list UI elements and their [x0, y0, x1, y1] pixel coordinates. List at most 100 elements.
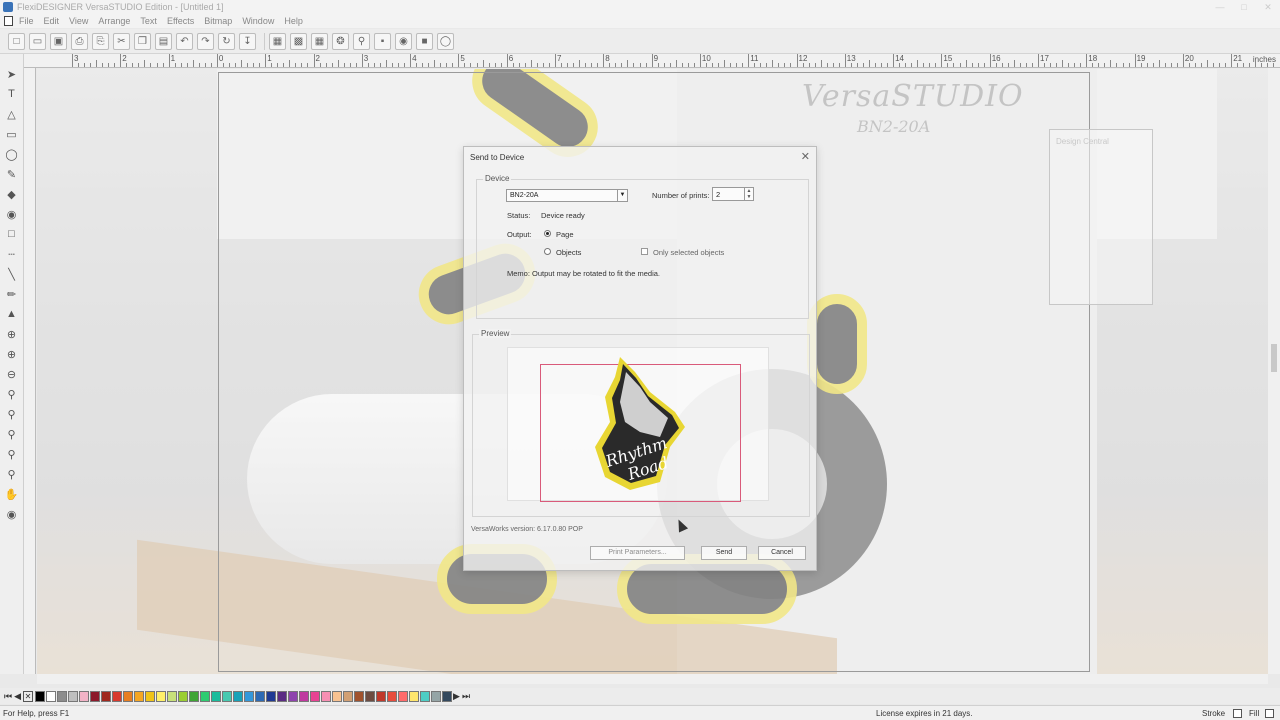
contour-icon[interactable]: ◉ [4, 206, 20, 222]
production-manager-icon[interactable]: ◯ [437, 32, 454, 50]
zoom-out-icon[interactable]: ⊖ [4, 366, 20, 382]
horizontal-scrollbar[interactable] [37, 674, 1268, 684]
color-swatch[interactable] [244, 690, 255, 702]
import-icon[interactable]: ↧ [239, 32, 256, 50]
vertical-scroll-thumb[interactable] [1271, 344, 1277, 372]
zoom-in-icon[interactable]: ⊕ [4, 326, 20, 342]
cancel-button[interactable]: Cancel [758, 546, 806, 560]
eyedropper-icon[interactable]: ◉ [4, 506, 20, 522]
design-central-panel[interactable]: Design Central [1049, 129, 1153, 305]
color-swatch[interactable] [431, 690, 442, 702]
output-objects-radio[interactable] [544, 248, 551, 255]
color-swatch[interactable] [387, 690, 398, 702]
color-swatch[interactable] [79, 690, 90, 702]
zoom-icon[interactable]: ⚲ [353, 32, 370, 50]
only-selected-checkbox[interactable] [641, 248, 648, 255]
menu-bitmap[interactable]: Bitmap [204, 16, 232, 26]
color-swatch[interactable] [233, 690, 244, 702]
print-parameters-button[interactable]: Print Parameters... [590, 546, 685, 560]
color-swatch[interactable] [255, 690, 266, 702]
color-swatch[interactable] [178, 690, 189, 702]
color-swatch[interactable] [57, 690, 68, 702]
menu-effects[interactable]: Effects [167, 16, 194, 26]
layout-icon[interactable]: ▩ [290, 32, 307, 50]
grid-icon[interactable]: ▦ [269, 32, 286, 50]
menu-edit[interactable]: Edit [44, 16, 60, 26]
text-tool-icon[interactable]: T [4, 86, 20, 102]
zoom-all-icon[interactable]: ⚲ [4, 446, 20, 462]
measure-tool-icon[interactable]: ┄ [4, 246, 20, 262]
weld-icon[interactable]: ◆ [4, 186, 20, 202]
menu-file[interactable]: File [19, 16, 34, 26]
color-palette-icon[interactable]: ▪ [374, 32, 391, 50]
color-swatch[interactable] [112, 690, 123, 702]
color-swatch[interactable] [222, 690, 233, 702]
close-icon[interactable]: ✕ [1256, 0, 1280, 14]
color-swatch[interactable] [90, 690, 101, 702]
color-wheel-icon[interactable]: ❂ [332, 32, 349, 50]
color-swatch[interactable] [189, 690, 200, 702]
color-swatch[interactable] [101, 690, 112, 702]
menu-text[interactable]: Text [140, 16, 157, 26]
fill-tool-icon[interactable]: ▲ [4, 306, 20, 322]
palette-first-icon[interactable]: ⏮ [4, 691, 12, 702]
color-swatch[interactable] [343, 690, 354, 702]
spinner-arrows-icon[interactable]: ▲ ▼ [744, 188, 753, 200]
vertical-scrollbar[interactable] [1268, 68, 1280, 674]
color-swatch[interactable] [123, 690, 134, 702]
color-swatch[interactable] [46, 690, 57, 702]
pointer-tool-icon[interactable]: ➤ [4, 66, 20, 82]
color-swatch[interactable] [167, 690, 178, 702]
color-swatch[interactable] [68, 690, 79, 702]
zoom-previous-icon[interactable]: ⚲ [4, 466, 20, 482]
knife-tool-icon[interactable]: ╲ [4, 266, 20, 282]
pen-tool-icon[interactable]: ✎ [4, 166, 20, 182]
color-swatch[interactable] [35, 690, 46, 702]
palette-last-icon[interactable]: ⏭ [462, 691, 470, 702]
brush-tool-icon[interactable]: ✏ [4, 286, 20, 302]
crop-tool-icon[interactable]: □ [4, 226, 20, 242]
color-swatch[interactable] [365, 690, 376, 702]
paste-icon[interactable]: ▤ [155, 32, 172, 50]
stroke-swatch[interactable] [1233, 709, 1242, 718]
undo-icon[interactable]: ↶ [176, 32, 193, 50]
color-swatch[interactable] [156, 690, 167, 702]
menu-arrange[interactable]: Arrange [98, 16, 130, 26]
color-swatch[interactable] [398, 690, 409, 702]
redo-icon[interactable]: ↷ [197, 32, 214, 50]
zoom-plus-icon[interactable]: ⊕ [4, 346, 20, 362]
output-icon[interactable]: ■ [416, 32, 433, 50]
color-swatch[interactable] [200, 690, 211, 702]
palette-prev-icon[interactable]: ◀ [14, 691, 21, 702]
chevron-down-icon[interactable]: ▼ [617, 190, 627, 201]
minimize-icon[interactable]: — [1208, 0, 1232, 14]
number-of-prints-stepper[interactable]: 2 ▲ ▼ [712, 187, 754, 201]
zoom-page-icon[interactable]: ⚲ [4, 386, 20, 402]
refresh-icon[interactable]: ↻ [218, 32, 235, 50]
zoom-selected-icon[interactable]: ⚲ [4, 426, 20, 442]
device-dropdown[interactable]: BN2-20A ▼ [506, 189, 628, 202]
maximize-icon[interactable]: □ [1232, 0, 1256, 14]
color-swatch[interactable] [145, 690, 156, 702]
color-swatch[interactable] [420, 690, 431, 702]
color-swatch[interactable] [376, 690, 387, 702]
node-edit-icon[interactable]: △ [4, 106, 20, 122]
table-icon[interactable]: ▦ [311, 32, 328, 50]
color-swatch[interactable] [310, 690, 321, 702]
zoom-fit-icon[interactable]: ⚲ [4, 406, 20, 422]
pan-hand-icon[interactable]: ✋ [4, 486, 20, 502]
color-swatch[interactable] [211, 690, 222, 702]
color-swatch[interactable] [321, 690, 332, 702]
output-page-radio[interactable] [544, 230, 551, 237]
print-icon[interactable]: ⎙ [71, 32, 88, 50]
color-swatch[interactable] [277, 690, 288, 702]
color-swatch[interactable] [442, 690, 453, 702]
rgb-icon[interactable]: ◉ [395, 32, 412, 50]
menu-help[interactable]: Help [284, 16, 303, 26]
color-swatch[interactable] [134, 690, 145, 702]
no-color-swatch[interactable]: ✕ [23, 690, 34, 702]
menu-view[interactable]: View [69, 16, 88, 26]
color-swatch[interactable] [354, 690, 365, 702]
color-swatch[interactable] [288, 690, 299, 702]
new-file-icon[interactable]: □ [8, 32, 25, 50]
